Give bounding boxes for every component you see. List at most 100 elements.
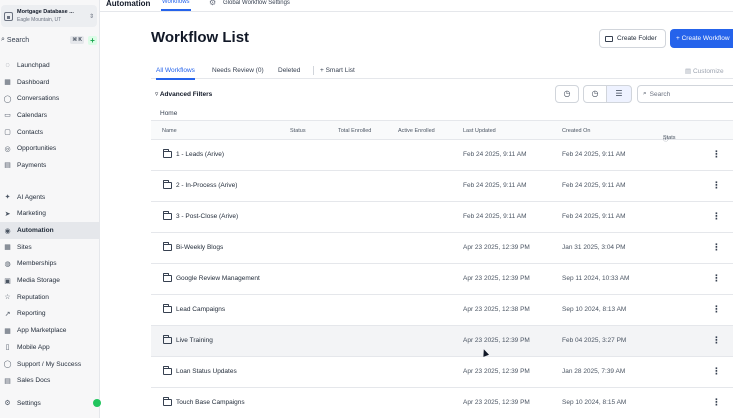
memberships-icon: ◍ — [4, 260, 11, 268]
search-icon: ⌕ — [643, 90, 647, 97]
sidebar-item-calendars[interactable]: ▭ Calendars — [0, 107, 100, 124]
more-options-icon[interactable]: ⋮ — [712, 273, 721, 284]
sidebar-item-launchpad[interactable]: ◌ Launchpad — [0, 57, 100, 74]
tab-deleted[interactable]: Deleted — [278, 67, 300, 74]
column-header[interactable]: Active Enrolled — [398, 128, 435, 134]
folder-name[interactable]: 3 - Post-Close (Arive) — [176, 213, 238, 220]
folder-icon — [163, 149, 172, 158]
table-row[interactable]: 3 - Post-Close (Arive) Feb 24 2025, 9:11 … — [151, 202, 733, 233]
column-header[interactable]: Status — [290, 128, 306, 134]
table-row[interactable]: Google Review Management Apr 23 2025, 12:… — [151, 264, 733, 295]
sidebar-item-settings[interactable]: ⚙ Settings — [0, 396, 101, 410]
list-view-button[interactable]: ☰ — [606, 85, 632, 103]
workflow-search-input[interactable]: ⌕ Search — [637, 85, 733, 103]
folder-name[interactable]: Bi-Weekly Blogs — [176, 244, 223, 251]
folder-name[interactable]: 1 - Leads (Arive) — [176, 151, 224, 158]
sidebar-item-automation[interactable]: ◉ Automation — [0, 222, 100, 239]
sidebar-item-reputation[interactable]: ☆ Reputation — [0, 289, 100, 306]
sidebar-item-reporting[interactable]: ↗ Reporting — [0, 306, 100, 323]
sidebar-item-label: Automation — [17, 227, 54, 235]
automation-icon: ◉ — [4, 227, 11, 235]
search-icon: ⌕ — [1, 36, 5, 43]
table-header: Name Status Total Enrolled Active Enroll… — [151, 120, 733, 143]
table-row[interactable]: Bi-Weekly Blogs Apr 23 2025, 12:39 PM Jan … — [151, 233, 733, 264]
column-header[interactable]: Total Enrolled — [338, 128, 371, 134]
last-updated: Apr 23 2025, 12:39 PM — [463, 368, 530, 375]
sidebar-item-app-marketplace[interactable]: ▦ App Marketplace — [0, 322, 100, 339]
folder-name[interactable]: Lead Campaigns — [176, 306, 225, 313]
history-icon: ◷ — [563, 89, 571, 98]
sidebar-item-mobile-app[interactable]: ▯ Mobile App — [0, 339, 100, 356]
sidebar-search[interactable]: ⌕ Search ⌘ K + — [1, 34, 97, 46]
table-row[interactable]: Loan Status Updates Apr 23 2025, 12:39 PM… — [151, 357, 733, 388]
create-workflow-label: + Create Workflow — [676, 35, 730, 42]
column-header[interactable]: Name — [162, 128, 177, 134]
sidebar-item-payments[interactable]: ▤ Payments — [0, 157, 100, 174]
top-bar: Automation Workflows ⚙ Global Workflow S… — [100, 0, 733, 12]
more-options-icon[interactable]: ⋮ — [712, 149, 721, 160]
column-header[interactable]: Last Updated — [463, 128, 496, 134]
folder-name[interactable]: Live Training — [176, 337, 213, 344]
sidebar-item-dashboard[interactable]: ▦ Dashboard — [0, 74, 100, 91]
sidebar-item-memberships[interactable]: ◍ Memberships — [0, 256, 100, 273]
more-options-icon[interactable]: ⋮ — [712, 211, 721, 222]
sidebar-item-label: Calendars — [17, 111, 48, 119]
tab-divider — [313, 66, 314, 75]
more-options-icon[interactable]: ⋮ — [712, 242, 721, 253]
table-row[interactable]: 1 - Leads (Arive) Feb 24 2025, 9:11 AM Feb… — [151, 140, 733, 171]
customize-button[interactable]: ▤ Customize — [685, 67, 724, 75]
folder-name[interactable]: Loan Status Updates — [176, 368, 237, 375]
sidebar-item-media-storage[interactable]: ▣ Media Storage — [0, 272, 100, 289]
reporting-icon: ↗ — [4, 310, 11, 318]
table-row[interactable]: Touch Base Campaigns Apr 23 2025, 12:39 P… — [151, 388, 733, 418]
table-row[interactable]: 2 - In-Process (Arive) Feb 24 2025, 9:11 … — [151, 171, 733, 202]
column-header[interactable]: Created On — [562, 128, 590, 134]
last-updated: Apr 23 2025, 12:39 PM — [463, 244, 530, 251]
account-switcher[interactable]: Mortgage Database ... Eagle Mountain, UT… — [1, 5, 97, 27]
sidebar-item-marketing[interactable]: ➤ Marketing — [0, 206, 100, 223]
table-row[interactable]: Lead Campaigns Apr 23 2025, 12:38 PM Sep 1… — [151, 295, 733, 326]
more-options-icon[interactable]: ⋮ — [712, 366, 721, 377]
clock-view-button[interactable]: ◷ — [583, 85, 607, 103]
sidebar-item-sales-docs[interactable]: ▤ Sales Docs — [0, 372, 100, 389]
more-options-icon[interactable]: ⋮ — [712, 180, 721, 191]
account-text: Mortgage Database ... Eagle Mountain, UT — [17, 8, 89, 24]
table-row[interactable]: Live Training Apr 23 2025, 12:39 PM Feb 04… — [151, 326, 733, 357]
more-options-icon[interactable]: ⋮ — [712, 304, 721, 315]
sidebar-item-opportunities[interactable]: ◎ Opportunities — [0, 140, 100, 157]
sidebar-item-sites[interactable]: ▦ Sites — [0, 239, 100, 256]
folder-icon — [163, 366, 172, 375]
history-button[interactable]: ◷ — [555, 85, 579, 103]
global-workflow-settings-link[interactable]: Global Workflow Settings — [223, 0, 290, 6]
table-body: 1 - Leads (Arive) Feb 24 2025, 9:11 AM Feb… — [151, 140, 733, 418]
create-workflow-button[interactable]: + Create Workflow — [670, 29, 733, 48]
ai-icon: ✦ — [4, 194, 11, 202]
marketplace-icon: ▦ — [4, 327, 11, 335]
breadcrumb[interactable]: Home — [160, 110, 177, 117]
sidebar-item-contacts[interactable]: ▢ Contacts — [0, 124, 100, 141]
tab-workflows[interactable]: Workflows — [161, 0, 191, 11]
sidebar-item-label: Reporting — [17, 310, 46, 318]
folder-name[interactable]: Google Review Management — [176, 275, 260, 282]
sidebar-item-label: Reputation — [17, 293, 49, 301]
tab-needs-review[interactable]: Needs Review (0) — [212, 67, 264, 74]
sidebar-item-label: Conversations — [17, 95, 60, 103]
more-options-icon[interactable]: ⋮ — [712, 335, 721, 346]
sidebar-item-ai-agents[interactable]: ✦ AI Agents — [0, 189, 100, 206]
quick-add-button[interactable]: + — [88, 35, 97, 45]
advanced-filters-button[interactable]: ▿ Advanced Filters — [155, 90, 212, 98]
more-options-icon[interactable]: ⋮ — [712, 397, 721, 408]
smart-list-button[interactable]: + Smart List — [320, 67, 355, 74]
status-dot — [93, 399, 101, 407]
folder-name[interactable]: 2 - In-Process (Arive) — [176, 182, 237, 189]
sidebar-item-conversations[interactable]: ◯ Conversations — [0, 90, 100, 107]
sidebar-item-label: Sites — [17, 243, 32, 251]
tab-all-workflows[interactable]: All Workflows — [156, 67, 195, 80]
sidebar-item-label: App Marketplace — [17, 327, 67, 335]
sidebar-item-support-my-success[interactable]: ◯ Support / My Success — [0, 356, 100, 373]
sidebar-item-label: Media Storage — [17, 277, 60, 285]
folder-name[interactable]: Touch Base Campaigns — [176, 399, 245, 406]
create-folder-button[interactable]: Create Folder — [599, 29, 666, 48]
created-on: Jan 28 2025, 7:39 AM — [562, 368, 626, 375]
